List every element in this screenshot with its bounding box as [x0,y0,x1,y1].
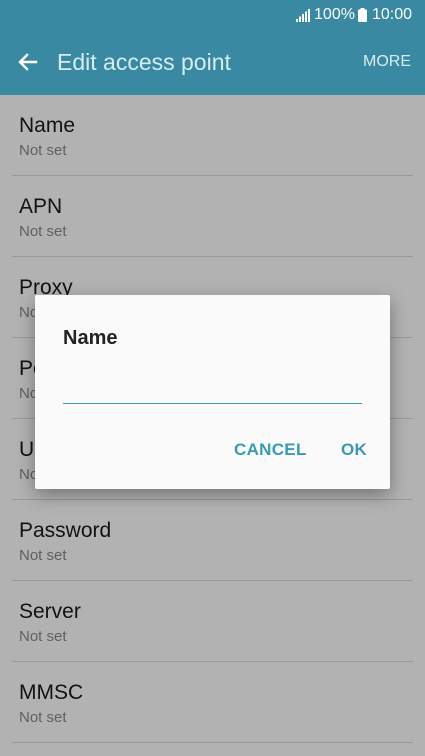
status-bar: 100% 10:00 [0,0,425,30]
battery-percentage: 100% [314,6,355,23]
page-title: Edit access point [57,49,231,75]
back-arrow-icon[interactable] [16,50,40,74]
ok-button[interactable]: OK [341,440,367,460]
cancel-button[interactable]: CANCEL [234,440,307,460]
signal-icon [296,8,311,22]
name-dialog: Name CANCEL OK [35,295,390,489]
clock: 10:00 [371,6,412,23]
battery-icon [357,8,367,22]
more-button[interactable]: MORE [363,53,411,71]
dialog-title: Name [63,327,118,349]
app-bar: Edit access point MORE [0,30,425,95]
status-indicators: 100% 10:00 [296,5,412,25]
name-input[interactable] [63,369,362,404]
